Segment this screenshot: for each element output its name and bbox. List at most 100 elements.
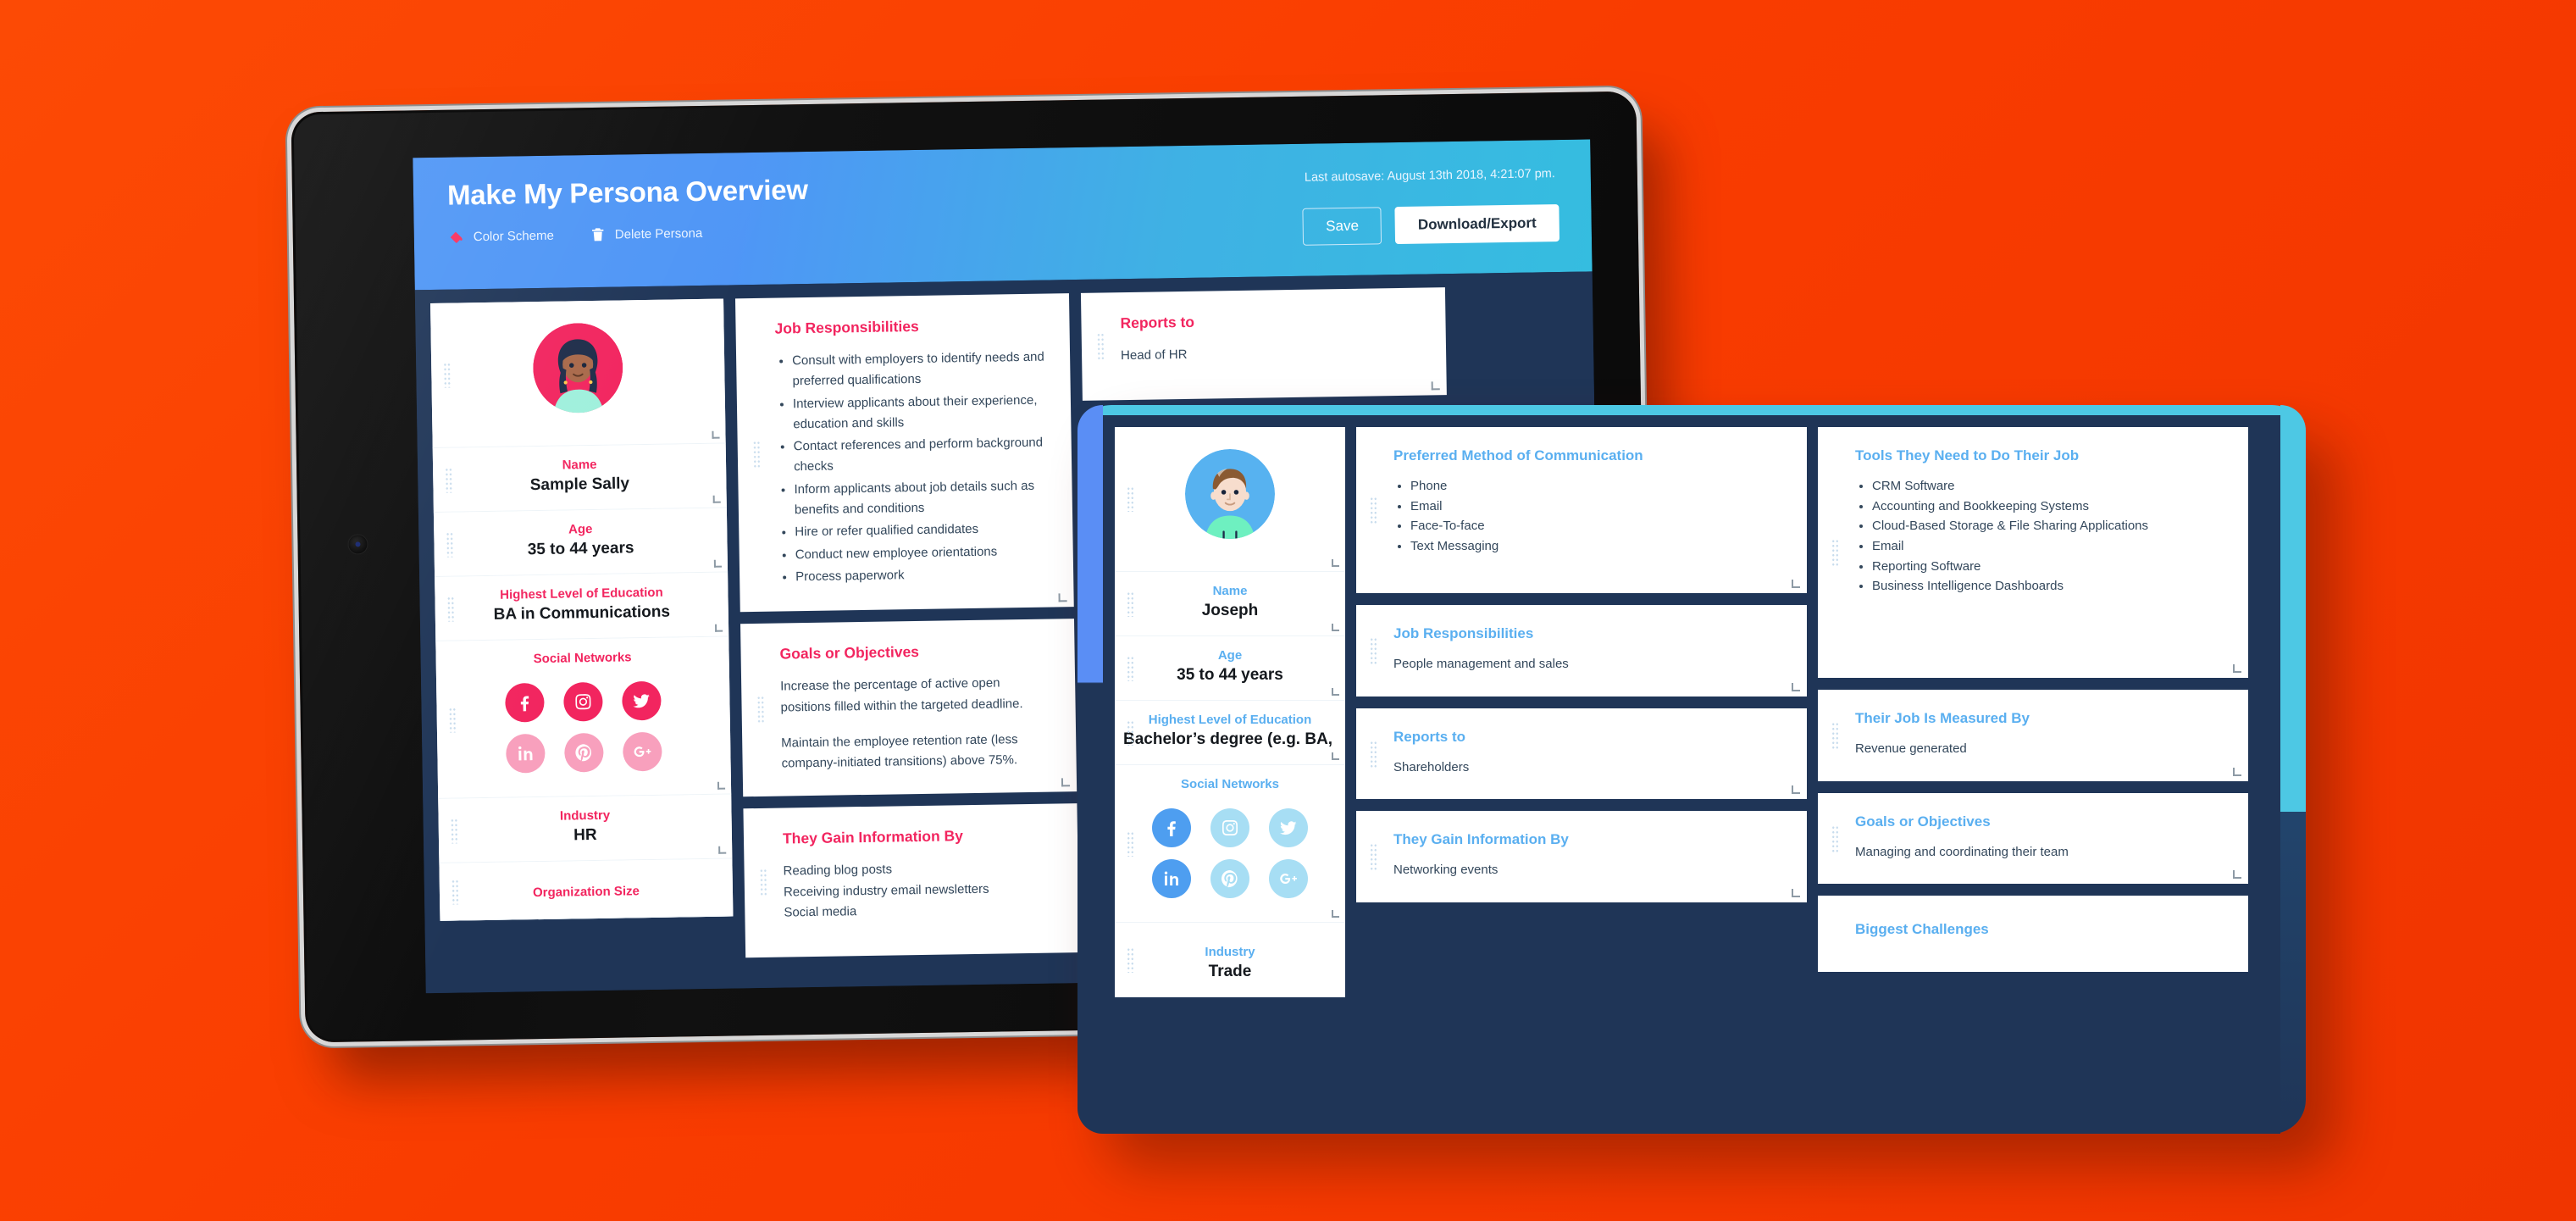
twitter-icon[interactable]: [621, 680, 662, 721]
resize-handle-icon[interactable]: [717, 781, 726, 790]
resize-handle-icon[interactable]: [712, 495, 721, 503]
pinterest-icon[interactable]: [564, 732, 604, 773]
header-buttons: Save Download/Export: [1302, 204, 1560, 246]
persona-field-org-size[interactable]: Organization Size: [439, 858, 734, 921]
drag-handle-icon[interactable]: [1370, 740, 1377, 768]
drag-handle-icon[interactable]: [759, 869, 768, 898]
color-scheme-button[interactable]: Color Scheme: [448, 227, 554, 246]
drag-handle-icon[interactable]: [1127, 946, 1134, 973]
drag-handle-icon[interactable]: [1370, 843, 1377, 871]
drag-handle-icon[interactable]: [1831, 824, 1839, 852]
drag-handle-icon[interactable]: [1127, 591, 1134, 617]
facebook-icon[interactable]: [505, 682, 546, 723]
resize-handle-icon[interactable]: [1431, 381, 1440, 391]
card-job-responsibilities[interactable]: Job Responsibilities People management a…: [1356, 605, 1807, 697]
download-export-button[interactable]: Download/Export: [1394, 204, 1560, 245]
card-tools-needed[interactable]: Tools They Need to Do Their Job CRM Soft…: [1818, 427, 2248, 678]
card-title: Tools They Need to Do Their Job: [1855, 447, 2080, 463]
persona-avatar-cell[interactable]: [1115, 427, 1345, 572]
delete-persona-button[interactable]: Delete Persona: [590, 225, 703, 243]
drag-handle-icon[interactable]: [443, 362, 451, 388]
resize-handle-icon[interactable]: [1792, 682, 1800, 691]
googleplus-icon[interactable]: [1268, 859, 1308, 898]
resize-handle-icon[interactable]: [1058, 593, 1067, 602]
drag-handle-icon[interactable]: [451, 879, 460, 905]
drag-handle-icon[interactable]: [752, 441, 762, 470]
drag-handle-icon[interactable]: [1370, 497, 1377, 524]
persona-social-networks[interactable]: Social Networks: [1115, 765, 1345, 923]
persona-card-joseph: Name Joseph Age 35 to 44 years Highest L…: [1115, 427, 1345, 997]
drag-handle-icon[interactable]: [1127, 486, 1134, 512]
resize-handle-icon[interactable]: [1332, 624, 1339, 631]
resize-handle-icon[interactable]: [713, 559, 722, 568]
drag-handle-icon[interactable]: [1370, 636, 1377, 664]
linkedin-icon[interactable]: [506, 733, 546, 774]
card-title: Preferred Method of Communication: [1393, 447, 1643, 463]
twitter-icon[interactable]: [1268, 808, 1308, 847]
instagram-icon[interactable]: [563, 681, 603, 722]
persona-field-name[interactable]: Name Joseph: [1115, 572, 1345, 636]
card-reports-to[interactable]: Reports to Shareholders: [1356, 708, 1807, 800]
pinterest-icon[interactable]: [1210, 859, 1249, 898]
persona-card-sally: Name Sample Sally Age 35 to 44 years Hig…: [430, 298, 734, 921]
drag-handle-icon[interactable]: [450, 818, 459, 844]
card-title: Goals or Objectives: [779, 643, 920, 663]
persona-field-industry[interactable]: Industry HR: [438, 794, 733, 863]
drag-handle-icon[interactable]: [1127, 719, 1134, 746]
instagram-icon[interactable]: [1210, 808, 1249, 847]
field-value: Joseph: [1201, 602, 1259, 619]
persona-avatar-cell[interactable]: [430, 298, 726, 448]
persona-field-age[interactable]: Age 35 to 44 years: [433, 508, 728, 577]
drag-handle-icon[interactable]: [445, 467, 453, 493]
resize-handle-icon[interactable]: [712, 430, 720, 439]
card-they-gain-information-by[interactable]: They Gain Information By Networking even…: [1356, 811, 1807, 903]
card-job-responsibilities[interactable]: Job Responsibilities Consult with employ…: [734, 293, 1074, 613]
drag-handle-icon[interactable]: [1096, 332, 1105, 362]
resize-handle-icon[interactable]: [2233, 664, 2241, 673]
card-goals-objectives[interactable]: Goals or Objectives Increase the percent…: [740, 619, 1077, 797]
persona-field-education[interactable]: Highest Level of Education BA in Communi…: [435, 572, 729, 641]
drag-handle-icon[interactable]: [448, 707, 457, 733]
resize-handle-icon[interactable]: [1332, 688, 1339, 696]
resize-handle-icon[interactable]: [1061, 778, 1071, 787]
card-preferred-communication[interactable]: Preferred Method of Communication Phone …: [1356, 427, 1807, 593]
resize-handle-icon[interactable]: [715, 624, 723, 632]
drag-handle-icon[interactable]: [1831, 721, 1839, 749]
drag-handle-icon[interactable]: [446, 596, 455, 622]
drag-handle-icon[interactable]: [446, 531, 454, 558]
card-title: Goals or Objectives: [1855, 813, 1991, 830]
resize-handle-icon[interactable]: [1332, 752, 1339, 760]
field-label: Name: [1212, 584, 1248, 598]
resize-handle-icon[interactable]: [1332, 559, 1339, 567]
card-measured-by[interactable]: Their Job Is Measured By Revenue generat…: [1818, 690, 2248, 781]
save-button[interactable]: Save: [1302, 207, 1382, 246]
card-biggest-challenges[interactable]: Biggest Challenges: [1818, 896, 2248, 973]
resize-handle-icon[interactable]: [1332, 910, 1339, 918]
drag-handle-icon[interactable]: [1831, 539, 1839, 566]
resize-handle-icon[interactable]: [2233, 767, 2241, 776]
googleplus-icon[interactable]: [622, 731, 662, 772]
persona-field-age[interactable]: Age 35 to 44 years: [1115, 636, 1345, 701]
card-reports-to[interactable]: Reports to Head of HR: [1080, 287, 1447, 402]
paint-bucket-icon: [448, 228, 465, 245]
list-item: Conduct new employee orientations: [795, 541, 1051, 565]
resize-handle-icon[interactable]: [2233, 870, 2241, 880]
linkedin-icon[interactable]: [1152, 859, 1192, 898]
persona-field-education[interactable]: Highest Level of Education Bachelor’s de…: [1115, 701, 1345, 765]
drag-handle-icon[interactable]: [1127, 655, 1134, 681]
persona-field-industry[interactable]: Industry Trade: [1115, 923, 1345, 997]
resize-handle-icon[interactable]: [718, 846, 727, 854]
field-value: 35 to 44 years: [1177, 666, 1283, 684]
resize-handle-icon[interactable]: [1792, 889, 1800, 898]
drag-handle-icon[interactable]: [756, 696, 765, 725]
drag-handle-icon[interactable]: [1127, 830, 1134, 857]
persona-field-name[interactable]: Name Sample Sally: [432, 443, 727, 513]
card-they-gain-information-by[interactable]: They Gain Information By Reading blog po…: [743, 803, 1080, 958]
persona-social-networks[interactable]: Social Networks: [435, 636, 732, 799]
card-value: Networking events: [1393, 863, 1499, 878]
facebook-icon[interactable]: [1152, 808, 1192, 847]
resize-handle-icon[interactable]: [1792, 580, 1800, 588]
home-button-icon[interactable]: [348, 535, 368, 554]
resize-handle-icon[interactable]: [1792, 785, 1800, 795]
card-goals-objectives[interactable]: Goals or Objectives Managing and coordin…: [1818, 792, 2248, 885]
